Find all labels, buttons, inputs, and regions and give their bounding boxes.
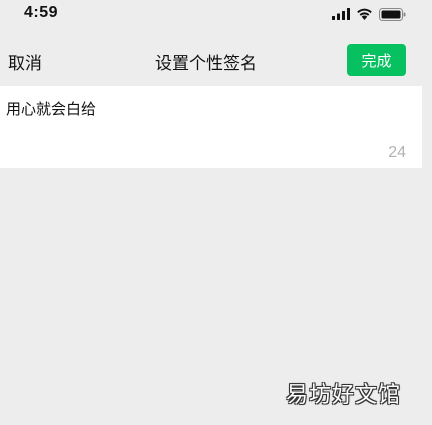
status-bar: 4:59	[0, 0, 432, 32]
nav-bar: 取消 设置个性签名 完成	[0, 38, 432, 82]
status-icons	[332, 7, 406, 21]
done-button[interactable]: 完成	[347, 44, 406, 76]
battery-icon	[379, 7, 406, 21]
watermark: 易坊好文馆	[286, 383, 402, 408]
signal-icon	[332, 8, 350, 20]
signature-input[interactable]: 用心就会白给 24	[0, 86, 422, 168]
signature-text[interactable]: 用心就会白给	[6, 98, 96, 119]
status-time: 4:59	[24, 4, 59, 21]
wifi-icon	[356, 8, 373, 20]
remaining-char-counter: 24	[388, 144, 406, 161]
